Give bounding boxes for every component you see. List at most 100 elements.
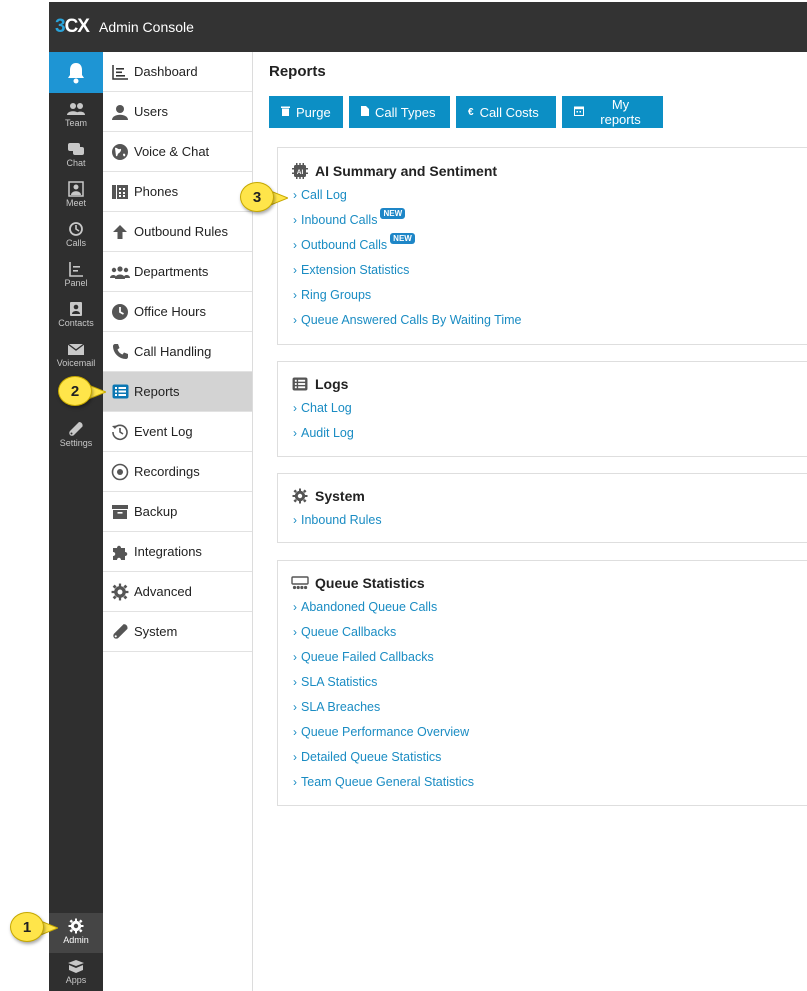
chat-log-link[interactable]: › Chat Log <box>293 395 807 420</box>
button-label: Call Costs <box>479 104 539 120</box>
rail-label: Contacts <box>58 318 94 328</box>
section-queue-statistics: Queue Statistics › Abandoned Queue Calls … <box>277 560 807 806</box>
sidebar-item-office-hours[interactable]: Office Hours <box>103 292 252 332</box>
link-label: Audit Log <box>301 425 354 440</box>
sidebar-item-phones[interactable]: Phones <box>103 172 252 212</box>
chevron-right-icon: › <box>293 749 297 764</box>
section-title: Logs <box>315 376 349 392</box>
bell-icon <box>68 62 84 83</box>
inbound-calls-link[interactable]: › Inbound Calls NEW <box>293 207 807 232</box>
rail-item-voicemail[interactable]: Voicemail <box>49 336 103 376</box>
sidebar-item-departments[interactable]: Departments <box>103 252 252 292</box>
sidebar-item-event-log[interactable]: Event Log <box>103 412 252 452</box>
chevron-right-icon: › <box>293 425 297 440</box>
group-icon <box>110 263 130 281</box>
my-reports-button[interactable]: My reports <box>562 96 663 128</box>
sidebar-item-advanced[interactable]: Advanced <box>103 572 252 612</box>
sidebar-item-label: Dashboard <box>134 64 198 79</box>
dashboard-icon <box>110 63 130 81</box>
wrench-icon <box>110 623 130 641</box>
ring-groups-link[interactable]: › Ring Groups <box>293 282 807 307</box>
sidebar-item-outbound-rules[interactable]: Outbound Rules <box>103 212 252 252</box>
link-label: Call Log <box>301 187 347 202</box>
voicemail-icon <box>67 342 85 355</box>
call-costs-button[interactable]: € Call Costs <box>456 96 556 128</box>
audit-log-link[interactable]: › Audit Log <box>293 420 807 445</box>
queue-performance-overview-link[interactable]: › Queue Performance Overview <box>293 719 807 744</box>
logo: 3CX <box>55 16 90 38</box>
rail-label: Team <box>64 118 87 128</box>
queue-callbacks-link[interactable]: › Queue Callbacks <box>293 619 807 644</box>
rail-item-panel[interactable]: Panel <box>49 256 103 296</box>
extension-statistics-link[interactable]: › Extension Statistics <box>293 257 807 282</box>
rail-label: Chat <box>66 158 86 168</box>
link-label: Team Queue General Statistics <box>301 774 474 789</box>
callout-3: 3 <box>240 182 288 212</box>
chevron-right-icon: › <box>293 212 297 227</box>
settings-icon <box>69 422 83 436</box>
document-icon <box>361 105 369 119</box>
notifications-button[interactable] <box>49 52 103 93</box>
purge-button[interactable]: Purge <box>269 96 343 128</box>
section-ai-summary: AI AI Summary and Sentiment › Call Log › I… <box>277 147 807 345</box>
section-header: System <box>291 485 807 507</box>
sidebar-item-reports[interactable]: Reports <box>103 372 252 412</box>
sidebar-item-label: Event Log <box>134 424 193 439</box>
sidebar-item-voice-chat[interactable]: Voice & Chat <box>103 132 252 172</box>
detailed-queue-statistics-link[interactable]: › Detailed Queue Statistics <box>293 744 807 769</box>
callout-number: 3 <box>240 182 274 212</box>
rail-label: Admin <box>63 935 89 945</box>
calls-icon <box>69 222 83 236</box>
panel-icon <box>69 262 83 277</box>
team-icon <box>67 103 85 115</box>
inbound-rules-link[interactable]: › Inbound Rules <box>293 507 807 532</box>
rail-item-contacts[interactable]: Contacts <box>49 296 103 336</box>
section-system: System › Inbound Rules <box>277 473 807 543</box>
sidebar-item-recordings[interactable]: Recordings <box>103 452 252 492</box>
euro-icon: € <box>468 106 474 118</box>
queue-answered-calls-link[interactable]: › Queue Answered Calls By Waiting Time <box>293 307 807 332</box>
history-icon <box>110 423 130 441</box>
calendar-icon <box>574 106 584 119</box>
sidebar-item-users[interactable]: Users <box>103 92 252 132</box>
rail-label: Panel <box>64 278 88 288</box>
queue-failed-callbacks-link[interactable]: › Queue Failed Callbacks <box>293 644 807 669</box>
rail-label: Voicemail <box>56 358 96 368</box>
queue-icon <box>291 575 309 591</box>
link-label: Detailed Queue Statistics <box>301 749 442 764</box>
team-queue-general-statistics-link[interactable]: › Team Queue General Statistics <box>293 769 807 794</box>
chevron-right-icon: › <box>293 512 297 527</box>
sla-statistics-link[interactable]: › SLA Statistics <box>293 669 807 694</box>
link-label: Chat Log <box>301 400 352 415</box>
rail-item-meet[interactable]: Meet <box>49 176 103 216</box>
logo-3: 3 <box>55 16 66 37</box>
cog-icon <box>110 583 130 601</box>
rail-label: Meet <box>65 198 86 208</box>
rail-item-chat[interactable]: Chat <box>49 136 103 176</box>
user-icon <box>110 103 130 121</box>
rail-item-calls[interactable]: Calls <box>49 216 103 256</box>
sidebar-item-label: Departments <box>134 264 209 279</box>
call-log-link[interactable]: › Call Log <box>293 182 807 207</box>
callout-1: 1 <box>10 912 58 942</box>
sidebar-item-call-handling[interactable]: Call Handling <box>103 332 252 372</box>
sidebar-item-integrations[interactable]: Integrations <box>103 532 252 572</box>
chevron-right-icon: › <box>293 624 297 639</box>
rail-item-apps[interactable]: Apps <box>49 953 103 991</box>
rail-item-settings[interactable]: Settings <box>49 416 103 456</box>
call-types-button[interactable]: Call Types <box>349 96 450 128</box>
rail-item-team[interactable]: Team <box>49 96 103 136</box>
abandoned-queue-calls-link[interactable]: › Abandoned Queue Calls <box>293 594 807 619</box>
sla-breaches-link[interactable]: › SLA Breaches <box>293 694 807 719</box>
archive-icon <box>110 503 130 521</box>
sidebar-item-system[interactable]: System <box>103 612 252 652</box>
link-label: Extension Statistics <box>301 262 410 277</box>
sidebar-item-label: Advanced <box>134 584 192 599</box>
sidebar-item-backup[interactable]: Backup <box>103 492 252 532</box>
sidebar-item-label: Integrations <box>134 544 202 559</box>
sidebar-item-dashboard[interactable]: Dashboard <box>103 52 252 92</box>
section-header: AI AI Summary and Sentiment <box>291 160 807 182</box>
outbound-calls-link[interactable]: › Outbound Calls NEW <box>293 232 807 257</box>
phone-icon <box>110 343 130 361</box>
icon-rail: Team Chat Meet Calls Panel Contacts Voic… <box>49 52 103 991</box>
